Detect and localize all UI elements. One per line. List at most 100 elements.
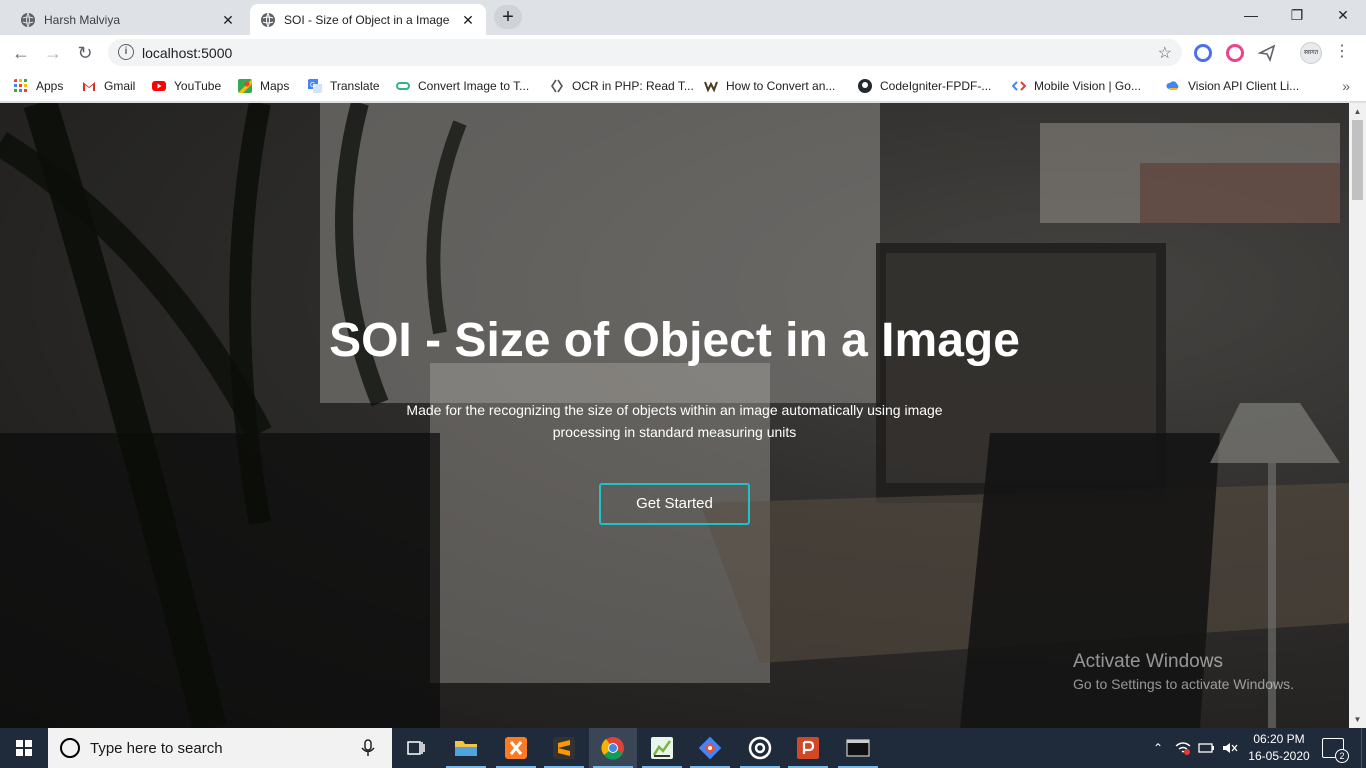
terminal-icon: [846, 739, 870, 757]
bookmark-label: Convert Image to T...: [418, 79, 530, 93]
bookmark-convert-image[interactable]: Convert Image to T...: [396, 76, 529, 96]
maps-icon: [238, 79, 252, 93]
tab-strip: Harsh Malviya ✕ SOI - Size of Object in …: [0, 0, 1366, 35]
watermark-subtitle: Go to Settings to activate Windows.: [1073, 676, 1294, 692]
reload-button[interactable]: ↻: [72, 40, 98, 66]
translate-icon: G: [308, 79, 322, 93]
close-tab-icon[interactable]: ✕: [460, 12, 476, 28]
bookmark-star-icon[interactable]: ☆: [1158, 43, 1172, 63]
bookmark-how-to-convert[interactable]: How to Convert an...: [704, 76, 835, 96]
network-disconnected-icon[interactable]: [1172, 728, 1194, 768]
target-icon: [748, 736, 772, 760]
hero-section: SOI - Size of Object in a Image Made for…: [0, 103, 1349, 728]
bookmark-label: CodeIgniter-FPDF-...: [880, 79, 992, 93]
chrome-button[interactable]: [589, 728, 637, 768]
url-text[interactable]: localhost:5000: [142, 45, 232, 61]
windows-taskbar: Type here to search ⌃ 06:20 PM 16-05-202…: [0, 728, 1366, 768]
github-icon: [858, 79, 872, 93]
google-cloud-icon: [1166, 81, 1179, 90]
windows-start-icon[interactable]: [0, 728, 48, 768]
code-icon: [551, 79, 563, 93]
activate-windows-watermark: Activate Windows Go to Settings to activ…: [1073, 651, 1294, 692]
youtube-icon: [152, 81, 166, 91]
scroll-down-arrow-icon[interactable]: ▼: [1349, 711, 1366, 728]
tab-harsh-malviya[interactable]: Harsh Malviya ✕: [10, 4, 246, 35]
microphone-icon[interactable]: [358, 738, 378, 758]
address-bar[interactable]: i localhost:5000 ☆: [108, 39, 1182, 66]
folder-icon: [455, 741, 477, 756]
bookmark-mobile-vision[interactable]: Mobile Vision | Go...: [1012, 76, 1141, 96]
link-icon: [396, 82, 410, 90]
extension-target-icon[interactable]: [1226, 44, 1244, 62]
apps-grid-icon: [14, 79, 27, 92]
get-started-button[interactable]: Get Started: [599, 483, 750, 525]
bookmarks-overflow-icon[interactable]: »: [1342, 78, 1350, 94]
git-button[interactable]: [686, 728, 734, 768]
gmail-icon: [83, 82, 95, 91]
bookmark-apps[interactable]: Apps: [14, 76, 63, 96]
power-plug-icon: [1198, 743, 1214, 753]
close-window-button[interactable]: ✕: [1320, 0, 1366, 30]
menu-icon[interactable]: ⋮: [1334, 41, 1350, 61]
bookmark-ocr-php[interactable]: OCR in PHP: Read T...: [550, 76, 694, 96]
git-icon: [698, 736, 722, 760]
sublime-text-button[interactable]: [540, 728, 588, 768]
clock-date: 16-05-2020: [1248, 749, 1310, 763]
notification-count-badge: 2: [1335, 749, 1349, 763]
taskbar-search-box[interactable]: Type here to search: [48, 728, 392, 768]
back-button[interactable]: ←: [8, 40, 34, 66]
wifi-off-icon: [1175, 742, 1191, 755]
bookmark-gmail[interactable]: Gmail: [82, 76, 135, 96]
chart-app-button[interactable]: [638, 728, 686, 768]
battery-icon[interactable]: [1196, 728, 1218, 768]
bookmark-vision-api[interactable]: Vision API Client Li...: [1166, 76, 1299, 96]
bookmark-label: OCR in PHP: Read T...: [572, 79, 694, 93]
hero-subtitle: Made for the recognizing the size of obj…: [406, 402, 943, 440]
globe-icon: [21, 12, 35, 27]
new-tab-button[interactable]: +: [494, 5, 522, 29]
forward-button[interactable]: →: [40, 40, 66, 66]
task-view-button[interactable]: [392, 728, 440, 768]
target-app-button[interactable]: [736, 728, 784, 768]
site-info-icon[interactable]: i: [118, 44, 134, 60]
show-desktop-button[interactable]: [1361, 728, 1366, 768]
hero-title: SOI - Size of Object in a Image: [329, 314, 1020, 367]
scrollbar-thumb[interactable]: [1352, 120, 1363, 200]
bookmark-youtube[interactable]: YouTube: [152, 76, 221, 96]
send-icon[interactable]: [1258, 44, 1276, 62]
xampp-button[interactable]: [492, 728, 540, 768]
extension-circle-icon[interactable]: [1194, 44, 1212, 62]
powerpoint-button[interactable]: [784, 728, 832, 768]
action-center-icon[interactable]: 2: [1322, 738, 1349, 763]
chrome-icon: [601, 737, 624, 760]
bookmark-maps[interactable]: Maps: [238, 76, 289, 96]
file-explorer-button[interactable]: [442, 728, 490, 768]
minimize-button[interactable]: —: [1228, 0, 1274, 30]
tab-soi[interactable]: SOI - Size of Object in a Image ✕: [250, 4, 486, 35]
bookmark-label: Gmail: [104, 79, 136, 93]
bookmark-label: YouTube: [174, 79, 222, 93]
show-hidden-icons-icon[interactable]: ⌃: [1148, 728, 1168, 768]
xampp-icon: [505, 737, 527, 759]
volume-muted-icon[interactable]: [1220, 728, 1240, 768]
profile-avatar[interactable]: स्वागत: [1300, 42, 1322, 64]
bookmark-label: Vision API Client Li...: [1188, 79, 1300, 93]
bookmark-translate[interactable]: G Translate: [308, 76, 380, 96]
bookmarks-bar: Apps Gmail YouTube Maps G Translate Conv…: [0, 70, 1366, 102]
scroll-up-arrow-icon[interactable]: ▲: [1349, 103, 1366, 120]
search-placeholder: Type here to search: [90, 739, 223, 757]
browser-toolbar: ← → ↻ i localhost:5000 ☆ स्वागत ⋮: [0, 35, 1366, 70]
bookmark-codeigniter[interactable]: CodeIgniter-FPDF-...: [858, 76, 991, 96]
speaker-icon: [1223, 743, 1238, 753]
bookmark-label: Apps: [36, 79, 64, 93]
taskbar-clock[interactable]: 06:20 PM 16-05-2020: [1242, 731, 1316, 765]
restore-button[interactable]: ❐: [1274, 0, 1320, 30]
tab-title: Harsh Malviya: [44, 12, 121, 27]
close-tab-icon[interactable]: ✕: [220, 12, 236, 28]
search-icon: [60, 738, 80, 758]
page-scrollbar[interactable]: ▲ ▼: [1349, 103, 1366, 728]
globe-icon: [261, 12, 275, 27]
bookmark-label: How to Convert an...: [726, 79, 836, 93]
terminal-button[interactable]: [834, 728, 882, 768]
tab-title: SOI - Size of Object in a Image: [284, 12, 450, 27]
